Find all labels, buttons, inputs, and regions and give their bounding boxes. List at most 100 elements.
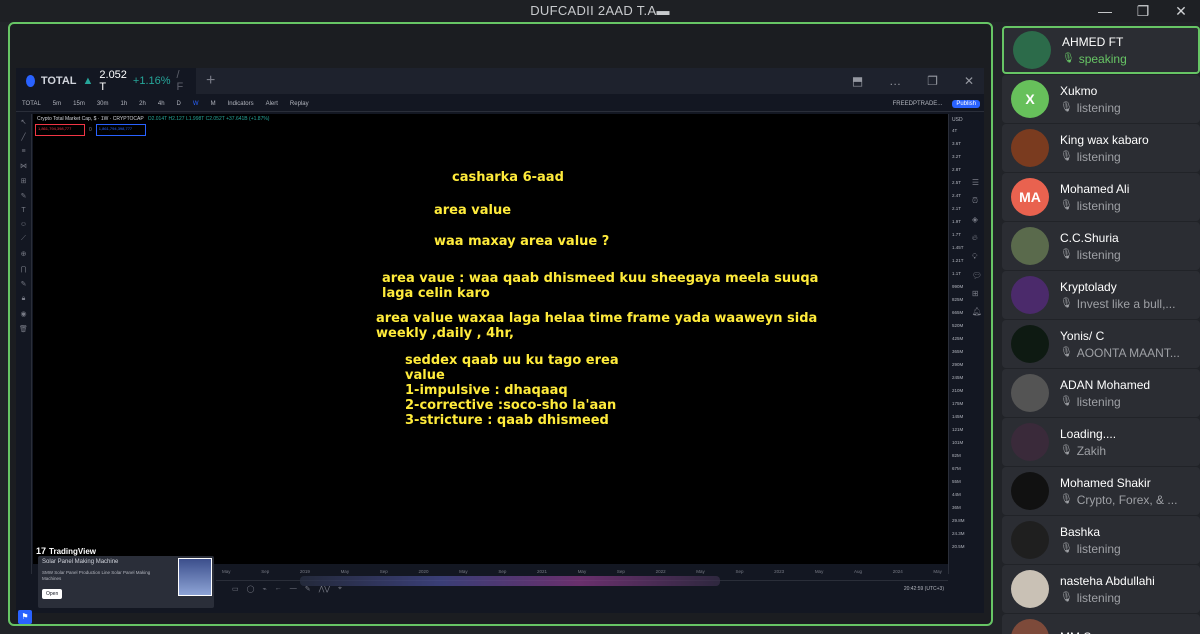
participant-row[interactable]: Loading.... 🎙︎ Zakih: [1002, 418, 1200, 466]
time-tick: Aug: [854, 568, 863, 574]
participant-row[interactable]: King wax kabaro 🎙︎ listening: [1002, 124, 1200, 172]
pattern-icon[interactable]: ⋈: [20, 162, 27, 170]
projection-icon[interactable]: ⊞: [21, 177, 27, 185]
participant-row[interactable]: nasteha Abdullahi 🎙︎ listening: [1002, 565, 1200, 613]
interval-5m[interactable]: 5m: [51, 101, 63, 107]
notification-icon[interactable]: 🔔︎: [972, 307, 982, 316]
mic-muted-icon: 🎙︎: [1060, 396, 1073, 407]
participant-row[interactable]: Kryptolady 🎙︎ Invest like a bull,...: [1002, 271, 1200, 319]
drawing-toolbar: ↖ ╱ ≡ ⋈ ⊞ ✎ T ☺ ⟋ ⊕ ⋂ ✎ 🔒︎ ◉ 🗑︎: [16, 114, 32, 574]
watchlist-icon[interactable]: ☰: [972, 178, 982, 187]
avatar: [1011, 325, 1049, 363]
time-tick: 2024: [892, 568, 903, 574]
participant-name: AHMED FT: [1062, 34, 1124, 49]
participant-row[interactable]: MA Mohamed Ali 🎙︎ listening: [1002, 173, 1200, 221]
interval-2h[interactable]: 2h: [137, 101, 148, 107]
participant-info: Xukmo 🎙︎ listening: [1060, 84, 1121, 115]
maximize-button[interactable]: ❐: [1134, 0, 1152, 22]
mic-muted-icon: 🎙︎: [1060, 347, 1073, 358]
ad-open-button[interactable]: Open: [42, 589, 63, 599]
star-button[interactable]: ⚑: [18, 610, 32, 624]
circle-tool-icon[interactable]: ◯: [247, 585, 255, 593]
trash-icon[interactable]: 🗑︎: [19, 325, 28, 333]
interval-d[interactable]: D: [175, 101, 183, 107]
interval-15m[interactable]: 15m: [71, 101, 87, 107]
new-tab-icon[interactable]: +: [206, 72, 215, 90]
tv-close-icon[interactable]: ✕: [964, 74, 974, 88]
line-tool-icon[interactable]: —: [290, 585, 297, 592]
cursor-icon[interactable]: ↖: [21, 118, 27, 126]
buy-box[interactable]: 1,861,794,398,777: [95, 124, 146, 136]
participant-row[interactable]: Bashka 🎙︎ listening: [1002, 516, 1200, 564]
avatar: [1011, 374, 1049, 412]
sell-box[interactable]: 1,861,794,398,777: [35, 124, 85, 136]
status-text: listening: [1076, 100, 1121, 115]
eye-icon[interactable]: ◉: [20, 310, 26, 318]
replay-button[interactable]: Replay: [288, 101, 311, 107]
layout-name[interactable]: FREEDPTRADE...: [891, 101, 945, 107]
participant-row[interactable]: C.C.Shuria 🎙︎ listening: [1002, 222, 1200, 270]
status-text: AOONTA MAANT...: [1076, 345, 1180, 360]
time-axis[interactable]: May Sep 2019 May Sep 2020 May Sep 2021 May Sep 2022…: [216, 566, 948, 576]
path-tool-icon[interactable]: ⌁: [262, 585, 266, 593]
hotlist-icon[interactable]: 🔥︎: [972, 233, 982, 243]
trendline-icon[interactable]: ╱: [21, 133, 25, 141]
participant-status: 🎙︎ speaking: [1062, 52, 1127, 66]
minimize-button[interactable]: —: [1096, 0, 1114, 22]
participant-row[interactable]: Yonis/ C 🎙︎ AOONTA MAANT...: [1002, 320, 1200, 368]
price-tick: 2.1T: [952, 206, 962, 211]
participant-name: Mohamed Ali: [1060, 181, 1130, 196]
participant-row[interactable]: AHMED FT 🎙︎ speaking: [1002, 26, 1200, 74]
participant-row[interactable]: ADAN Mohamed 🎙︎ listening: [1002, 369, 1200, 417]
tv-symbol-tab[interactable]: TOTAL ▲ 2.052 T +1.16% / F: [16, 68, 196, 94]
ruler-icon[interactable]: ⟋: [21, 235, 26, 243]
indicators-button[interactable]: Indicators: [226, 101, 256, 107]
interval-30m[interactable]: 30m: [95, 101, 111, 107]
interval-w[interactable]: W: [191, 101, 201, 107]
magnet-icon[interactable]: ⋂: [21, 265, 27, 273]
chat-icon[interactable]: 💬︎: [972, 271, 982, 280]
mic-muted-icon: 🎙︎: [1060, 445, 1073, 456]
interval-m[interactable]: M: [209, 101, 218, 107]
fib-icon[interactable]: ≡: [21, 148, 25, 155]
interval-1h[interactable]: 1h: [118, 101, 129, 107]
text-icon[interactable]: T: [21, 207, 25, 214]
participant-row[interactable]: MM Soonge: [1002, 614, 1200, 634]
calendar-icon[interactable]: ⊞: [972, 289, 982, 298]
emoji-icon[interactable]: ☺: [20, 221, 27, 228]
participant-name: Kryptolady: [1060, 279, 1117, 294]
ad-box[interactable]: Solar Panel Making Machine SMW Solar Pan…: [38, 556, 214, 608]
rect-tool-icon[interactable]: ▭: [232, 585, 239, 593]
participant-row[interactable]: Mohamed Shakir 🎙︎ Crypto, Forex, & ...: [1002, 467, 1200, 515]
participant-info: AHMED FT 🎙︎ speaking: [1062, 35, 1127, 66]
legend-boxes: 1,861,794,398,777 0 1,861,794,398,777: [35, 124, 146, 136]
participant-info: King wax kabaro 🎙︎ listening: [1060, 133, 1149, 164]
participant-row[interactable]: X Xukmo 🎙︎ listening: [1002, 75, 1200, 123]
alarm-icon[interactable]: ⏰︎: [972, 196, 982, 206]
brush-icon[interactable]: ✎: [21, 192, 27, 200]
participant-info: Mohamed Ali 🎙︎ listening: [1060, 182, 1129, 213]
ideas-icon[interactable]: 💡︎: [972, 252, 982, 262]
lock-icon[interactable]: 🔒︎: [22, 295, 26, 303]
arrow-tool-icon[interactable]: ←: [275, 585, 282, 592]
price-tick: 2.5T: [952, 180, 962, 185]
layout-icon[interactable]: ⬒: [852, 74, 863, 88]
restore-icon[interactable]: ❐: [927, 74, 938, 88]
interval-4h[interactable]: 4h: [156, 101, 167, 107]
lesson-definition: area vaue : waa qaab dhismeed kuu sheega…: [382, 271, 819, 301]
publish-button[interactable]: Publish: [952, 99, 980, 108]
close-button[interactable]: ✕: [1172, 0, 1190, 22]
more-icon[interactable]: …: [889, 74, 901, 88]
layers-icon[interactable]: ◈: [972, 215, 982, 224]
ad-subtitle: SMW Solar Panel Production Line Solar Pa…: [42, 570, 151, 581]
chart-area[interactable]: Crypto Total Market Cap, $ · 1W · CRYPTO…: [33, 114, 948, 564]
participant-status: 🎙︎ listening: [1060, 248, 1121, 262]
price-tick: 82M: [952, 453, 961, 458]
lock-draw-icon[interactable]: ✎: [21, 280, 27, 288]
status-text: Crypto, Forex, & ...: [1076, 492, 1178, 507]
zoom-icon[interactable]: ⊕: [21, 250, 27, 258]
toolbar-symbol[interactable]: TOTAL: [20, 101, 43, 107]
right-sidebar-icons: ☰ ⏰︎ ◈ 🔥︎ 💡︎ 💬︎ ⊞ 🔔︎: [972, 178, 982, 316]
alert-button[interactable]: Alert: [264, 101, 280, 107]
price-tick: 1.7T: [952, 232, 962, 237]
